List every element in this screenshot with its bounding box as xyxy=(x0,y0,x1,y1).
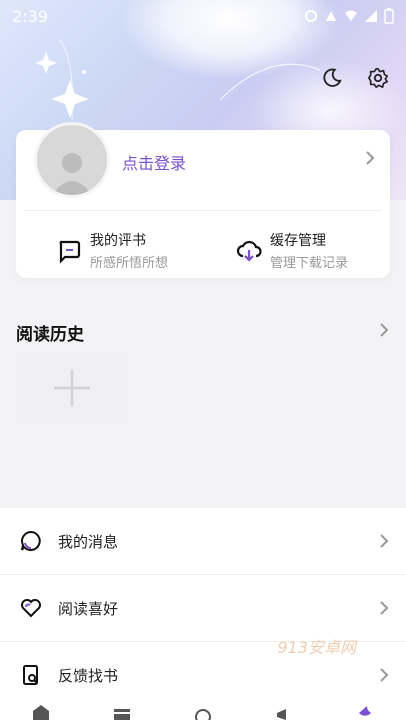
status-time: 2:39 xyxy=(12,6,48,26)
tab-discover-icon[interactable] xyxy=(193,703,213,720)
chevron-right-icon xyxy=(380,668,389,682)
avatar[interactable] xyxy=(34,122,110,198)
plus-icon xyxy=(54,370,90,406)
quick-action-title: 缓存管理 xyxy=(270,233,326,249)
message-icon xyxy=(21,530,41,551)
wifi-icon xyxy=(345,10,357,21)
tab-profile-icon[interactable] xyxy=(355,703,375,720)
chevron-right-icon xyxy=(380,534,389,548)
menu-item-label: 阅读喜好 xyxy=(58,599,119,618)
divider xyxy=(24,210,382,211)
add-history-button[interactable] xyxy=(16,352,128,424)
quick-action-cache[interactable]: 缓存管理 管理下载记录 xyxy=(236,230,348,271)
quick-action-reviews[interactable]: 我的评书 所感所悟所想 xyxy=(56,230,168,271)
battery-icon xyxy=(384,8,394,24)
quick-action-subtitle: 管理下载记录 xyxy=(270,256,349,271)
gear-icon[interactable] xyxy=(366,66,390,90)
user-card: 点击登录 我的评书 所感所悟所想 缓存管理 管理下载记录 xyxy=(16,122,390,278)
menu-list: 我的消息 阅读喜好 反馈找书 xyxy=(0,508,406,709)
chevron-right-icon[interactable] xyxy=(364,150,376,170)
settings-small-icon xyxy=(305,10,317,22)
chevron-right-icon xyxy=(380,601,389,615)
tab-home-icon[interactable] xyxy=(31,703,51,720)
quick-action-title: 我的评书 xyxy=(90,233,146,249)
quick-action-subtitle: 所感所悟所想 xyxy=(90,256,169,271)
menu-item-messages[interactable]: 我的消息 xyxy=(0,508,406,575)
chevron-right-icon[interactable] xyxy=(378,322,390,342)
user-placeholder-icon xyxy=(52,153,92,195)
cloud-download-icon xyxy=(236,240,262,262)
bottom-tab-bar xyxy=(0,703,406,720)
signal-icon xyxy=(365,10,377,22)
comment-icon xyxy=(59,240,81,264)
heart-icon xyxy=(21,599,41,618)
status-bar: 2:39 xyxy=(0,0,406,32)
menu-item-preferences[interactable]: 阅读喜好 xyxy=(0,575,406,642)
moon-icon[interactable] xyxy=(320,66,344,90)
tab-bookshelf-icon[interactable] xyxy=(112,703,132,720)
menu-item-label: 我的消息 xyxy=(58,532,119,551)
menu-item-label: 反馈找书 xyxy=(58,666,119,685)
login-link[interactable]: 点击登录 xyxy=(122,150,186,174)
search-book-icon xyxy=(23,665,38,685)
tab-broadcast-icon[interactable] xyxy=(274,703,294,720)
reading-history-title: 阅读历史 xyxy=(16,325,84,345)
notification-icon xyxy=(326,11,336,21)
watermark: 913安卓网 xyxy=(277,638,356,657)
